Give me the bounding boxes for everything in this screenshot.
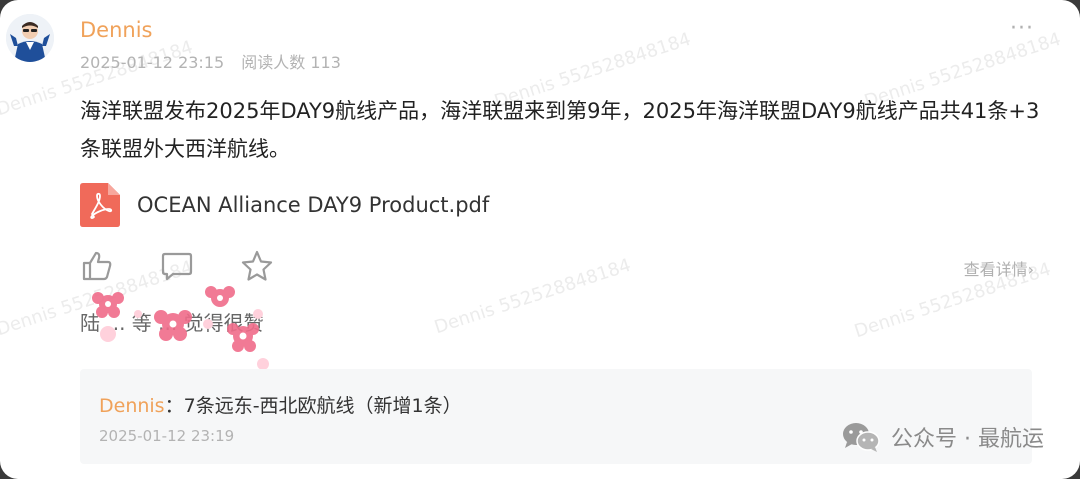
read-count: 阅读人数 113 xyxy=(241,53,341,72)
more-options-button[interactable]: ··· xyxy=(1010,16,1034,41)
post-text: 海洋联盟发布2025年DAY9航线产品，海洋联盟来到第9年，2025年海洋联盟D… xyxy=(80,99,1040,161)
star-icon xyxy=(241,250,273,281)
attachment-name: OCEAN Alliance DAY9 Product.pdf xyxy=(137,193,490,217)
thumbs-up-icon xyxy=(82,251,112,281)
brand-text: 公众号 · 最航运 xyxy=(891,427,1044,452)
action-bar xyxy=(80,249,320,283)
flower-sticker-icon xyxy=(92,286,269,370)
avatar-image xyxy=(6,14,54,62)
view-details-link[interactable]: 查看详情› xyxy=(964,256,1034,280)
pdf-file-icon xyxy=(80,183,120,227)
view-details-label: 查看详情 xyxy=(963,260,1028,279)
post-meta: 2025-01-12 23:15 阅读人数 113 xyxy=(80,49,341,73)
favorite-button[interactable] xyxy=(240,249,274,283)
comment-bubble-icon xyxy=(161,252,193,281)
post-date: 2025-01-12 23:15 xyxy=(80,53,225,72)
chevron-right-icon: › xyxy=(1027,260,1034,279)
comment-separator: ： xyxy=(164,395,184,417)
comment-author[interactable]: Dennis xyxy=(99,395,165,417)
attachment[interactable]: OCEAN Alliance DAY9 Product.pdf xyxy=(80,183,489,227)
avatar[interactable] xyxy=(6,14,54,62)
wechat-icon xyxy=(843,423,880,452)
brand-watermark: 公众号 · 最航运 xyxy=(841,421,1044,453)
comment-line: Dennis：7条远东-西北欧航线（新增1条） xyxy=(99,391,462,418)
comment-time: 2025-01-12 23:19 xyxy=(99,427,235,445)
comment-button[interactable] xyxy=(160,249,194,283)
like-button[interactable] xyxy=(80,249,114,283)
comment-text: 7条远东-西北欧航线（新增1条） xyxy=(183,395,462,417)
watermark: Dennis 55252884​8184 xyxy=(431,254,634,339)
author-name[interactable]: Dennis xyxy=(80,18,153,42)
moment-card: Dennis 55252884​8184 Dennis 55252884​818… xyxy=(0,0,1080,479)
